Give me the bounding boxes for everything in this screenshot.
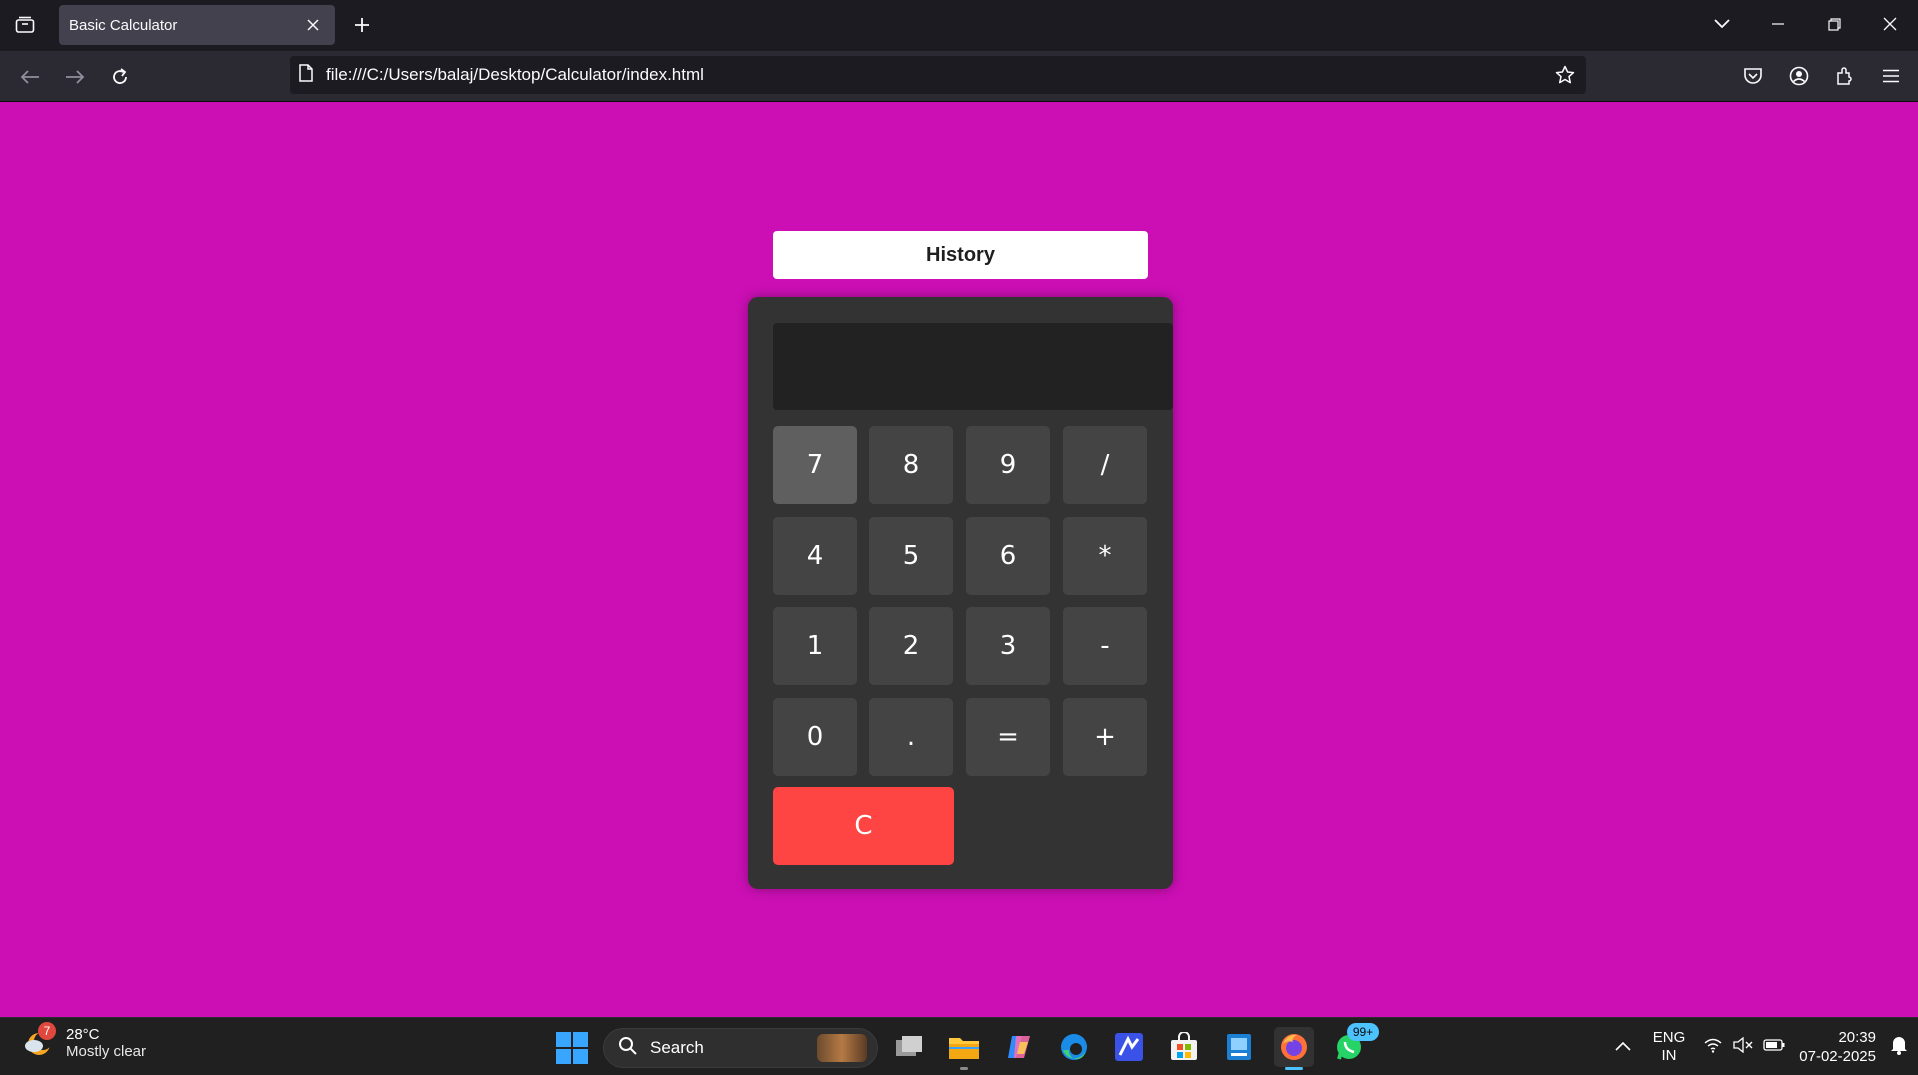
notifications-bell-icon[interactable] bbox=[1890, 1035, 1908, 1060]
forward-arrow-icon[interactable] bbox=[60, 62, 90, 92]
key-9[interactable]: 9 bbox=[966, 426, 1050, 504]
new-tab-icon[interactable] bbox=[348, 11, 376, 39]
account-icon[interactable] bbox=[1782, 59, 1816, 93]
whatsapp-icon[interactable]: 99+ bbox=[1329, 1023, 1379, 1067]
key-multiply[interactable]: * bbox=[1063, 517, 1147, 595]
back-arrow-icon[interactable] bbox=[15, 62, 45, 92]
menu-hamburger-icon[interactable] bbox=[1874, 59, 1908, 93]
toolbar-right bbox=[1736, 59, 1908, 93]
start-windows-icon[interactable] bbox=[556, 1032, 588, 1064]
windows-taskbar: 7 28°C Mostly clear Search 99+ ENG IN 20… bbox=[0, 1017, 1918, 1075]
tab-list-icon[interactable] bbox=[10, 12, 40, 38]
taskbar-search[interactable]: Search bbox=[603, 1028, 878, 1068]
weather-desc: Mostly clear bbox=[66, 1043, 147, 1060]
calculator-display bbox=[773, 323, 1173, 410]
key-divide[interactable]: / bbox=[1063, 426, 1147, 504]
system-tray: ENG IN 20:39 07-02-2025 bbox=[1615, 1018, 1918, 1075]
url-bar[interactable]: file:///C:/Users/balaj/Desktop/Calculato… bbox=[290, 56, 1586, 94]
clock-time: 20:39 bbox=[1838, 1029, 1876, 1046]
close-tab-icon[interactable] bbox=[301, 13, 325, 37]
url-text[interactable]: file:///C:/Users/balaj/Desktop/Calculato… bbox=[326, 65, 1548, 85]
weather-moon-cloud-icon: 7 bbox=[22, 1022, 56, 1060]
key-add[interactable]: + bbox=[1063, 698, 1147, 776]
restore-icon[interactable] bbox=[1806, 0, 1862, 48]
key-4[interactable]: 4 bbox=[773, 517, 857, 595]
window-controls bbox=[1694, 0, 1918, 48]
weather-alert-badge: 7 bbox=[38, 1022, 56, 1040]
language-region: IN bbox=[1661, 1047, 1677, 1064]
history-button[interactable]: History bbox=[773, 231, 1148, 279]
clear-button[interactable]: C bbox=[773, 787, 954, 865]
search-highlight-image bbox=[817, 1034, 867, 1062]
edge-browser-icon[interactable] bbox=[1054, 1027, 1094, 1067]
whatsapp-unread-badge: 99+ bbox=[1347, 1023, 1379, 1041]
key-6[interactable]: 6 bbox=[966, 517, 1050, 595]
key-decimal[interactable]: . bbox=[869, 698, 953, 776]
key-8[interactable]: 8 bbox=[869, 426, 953, 504]
clock-date: 07-02-2025 bbox=[1799, 1048, 1876, 1065]
reload-icon[interactable] bbox=[105, 62, 135, 92]
wifi-icon[interactable] bbox=[1703, 1037, 1723, 1058]
list-all-tabs-icon[interactable] bbox=[1694, 0, 1750, 48]
pocket-icon[interactable] bbox=[1736, 59, 1770, 93]
calculator: 7 8 9 / 4 5 6 * 1 2 3 - 0 . = + C bbox=[748, 297, 1173, 889]
microsoft-store-icon[interactable] bbox=[1164, 1027, 1204, 1067]
tab-basic-calculator[interactable]: Basic Calculator bbox=[59, 5, 335, 45]
task-view-icon[interactable] bbox=[889, 1027, 929, 1067]
key-0[interactable]: 0 bbox=[773, 698, 857, 776]
extensions-icon[interactable] bbox=[1828, 59, 1862, 93]
search-icon bbox=[618, 1036, 638, 1061]
code-editor-icon[interactable] bbox=[1109, 1027, 1149, 1067]
key-7[interactable]: 7 bbox=[773, 426, 857, 504]
browser-nav-bar: file:///C:/Users/balaj/Desktop/Calculato… bbox=[0, 51, 1918, 102]
key-3[interactable]: 3 bbox=[966, 607, 1050, 685]
search-label: Search bbox=[650, 1038, 704, 1057]
weather-widget[interactable]: 7 28°C Mostly clear bbox=[22, 1022, 147, 1060]
firefox-icon[interactable] bbox=[1274, 1027, 1314, 1070]
key-equals[interactable]: = bbox=[966, 698, 1050, 776]
key-2[interactable]: 2 bbox=[869, 607, 953, 685]
volume-muted-icon[interactable] bbox=[1733, 1036, 1753, 1058]
close-window-icon[interactable] bbox=[1862, 0, 1918, 48]
key-subtract[interactable]: - bbox=[1063, 607, 1147, 685]
language-code: ENG bbox=[1652, 1029, 1686, 1046]
file-explorer-icon[interactable] bbox=[944, 1027, 984, 1070]
clock[interactable]: 20:39 07-02-2025 bbox=[1799, 1028, 1876, 1066]
language-indicator[interactable]: ENG IN bbox=[1653, 1029, 1686, 1065]
show-hidden-icons-chevron-icon[interactable] bbox=[1615, 1038, 1631, 1056]
key-5[interactable]: 5 bbox=[869, 517, 953, 595]
battery-icon[interactable] bbox=[1763, 1038, 1785, 1056]
page-file-icon bbox=[298, 63, 314, 87]
tab-title: Basic Calculator bbox=[69, 16, 178, 34]
page-viewport: History 7 8 9 / 4 5 6 * 1 2 3 - 0 . = + … bbox=[0, 102, 1918, 1017]
notes-app-icon[interactable] bbox=[1219, 1027, 1259, 1067]
weather-temp: 28°C bbox=[66, 1026, 100, 1043]
browser-tab-bar: Basic Calculator bbox=[0, 0, 1918, 51]
key-1[interactable]: 1 bbox=[773, 607, 857, 685]
minimize-icon[interactable] bbox=[1750, 0, 1806, 48]
bookmark-star-icon[interactable] bbox=[1548, 58, 1582, 92]
copilot-icon[interactable] bbox=[999, 1027, 1039, 1067]
